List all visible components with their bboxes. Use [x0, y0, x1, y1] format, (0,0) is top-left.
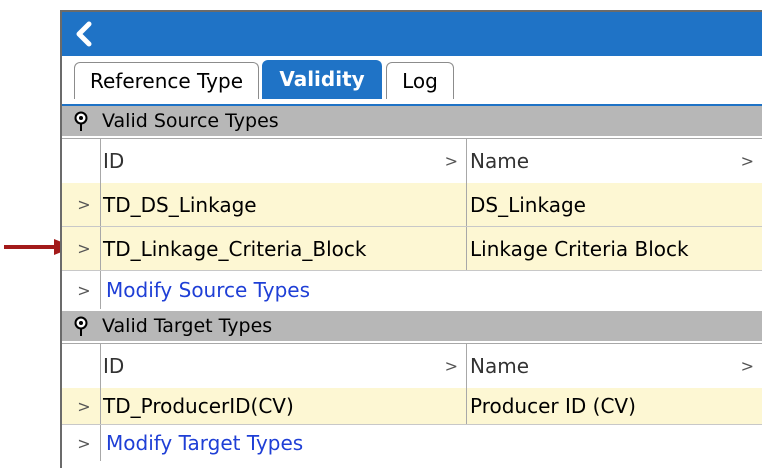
- tab-validity[interactable]: Validity: [262, 60, 382, 99]
- column-header-id[interactable]: ID >: [101, 344, 467, 388]
- target-section-header[interactable]: Valid Target Types: [62, 311, 762, 341]
- modify-target-row: > Modify Target Types: [62, 425, 762, 461]
- source-column-header-row: ID > Name >: [62, 138, 762, 184]
- chevron-right-icon[interactable]: >: [741, 152, 754, 171]
- title-bar: [62, 12, 762, 56]
- chevron-right-icon: >: [68, 425, 101, 461]
- modify-source-types-link[interactable]: Modify Source Types: [104, 271, 504, 309]
- tab-reference-type[interactable]: Reference Type: [74, 62, 259, 99]
- chevron-left-icon: [76, 21, 92, 47]
- cell-name: DS_Linkage: [470, 192, 586, 217]
- modify-target-types-link[interactable]: Modify Target Types: [104, 425, 504, 461]
- column-header-name[interactable]: Name >: [468, 344, 762, 388]
- link-label[interactable]: Modify Source Types: [106, 278, 310, 302]
- column-header-label: Name: [470, 354, 530, 378]
- chevron-right-icon[interactable]: >: [445, 152, 458, 171]
- table-row[interactable]: > TD_ProducerID(CV) Producer ID (CV): [62, 388, 762, 425]
- section-title: Valid Target Types: [102, 315, 273, 337]
- chevron-right-icon[interactable]: >: [68, 183, 101, 226]
- row-gutter: [68, 139, 101, 183]
- column-header-label: ID: [103, 354, 125, 378]
- tab-label: Validity: [279, 67, 365, 91]
- cell-id: TD_DS_Linkage: [101, 183, 467, 226]
- chevron-right-icon[interactable]: >: [68, 227, 101, 270]
- chevron-right-icon: >: [68, 271, 101, 309]
- cell-id: TD_Linkage_Criteria_Block: [101, 227, 467, 270]
- chevron-right-icon[interactable]: >: [445, 357, 458, 376]
- cell-name: Producer ID (CV): [470, 394, 636, 418]
- modify-source-row: > Modify Source Types: [62, 271, 762, 309]
- cell-id: TD_ProducerID(CV): [101, 388, 467, 424]
- column-header-name[interactable]: Name >: [468, 139, 762, 183]
- cell-name: Linkage Criteria Block: [470, 236, 689, 261]
- link-label[interactable]: Modify Target Types: [106, 431, 303, 455]
- target-column-header-row: ID > Name >: [62, 343, 762, 389]
- tab-label: Reference Type: [89, 69, 243, 93]
- column-header-label: ID: [103, 149, 125, 173]
- column-header-label: Name: [470, 149, 530, 173]
- section-title: Valid Source Types: [102, 110, 279, 132]
- chevron-right-icon[interactable]: >: [741, 357, 754, 376]
- tab-bar: Reference Type Validity Log: [62, 56, 762, 106]
- back-button[interactable]: [68, 18, 100, 50]
- pin-icon[interactable]: [72, 316, 90, 336]
- app-window: Reference Type Validity Log Valid Source…: [60, 10, 762, 468]
- column-header-id[interactable]: ID >: [101, 139, 467, 183]
- pin-icon[interactable]: [72, 111, 90, 131]
- chevron-right-icon[interactable]: >: [68, 388, 101, 424]
- source-section-header[interactable]: Valid Source Types: [62, 106, 762, 136]
- table-row[interactable]: > TD_Linkage_Criteria_Block Linkage Crit…: [62, 227, 762, 271]
- tab-log[interactable]: Log: [386, 62, 454, 99]
- tab-label: Log: [402, 69, 438, 93]
- row-gutter: [68, 344, 101, 388]
- table-row[interactable]: > TD_DS_Linkage DS_Linkage: [62, 183, 762, 227]
